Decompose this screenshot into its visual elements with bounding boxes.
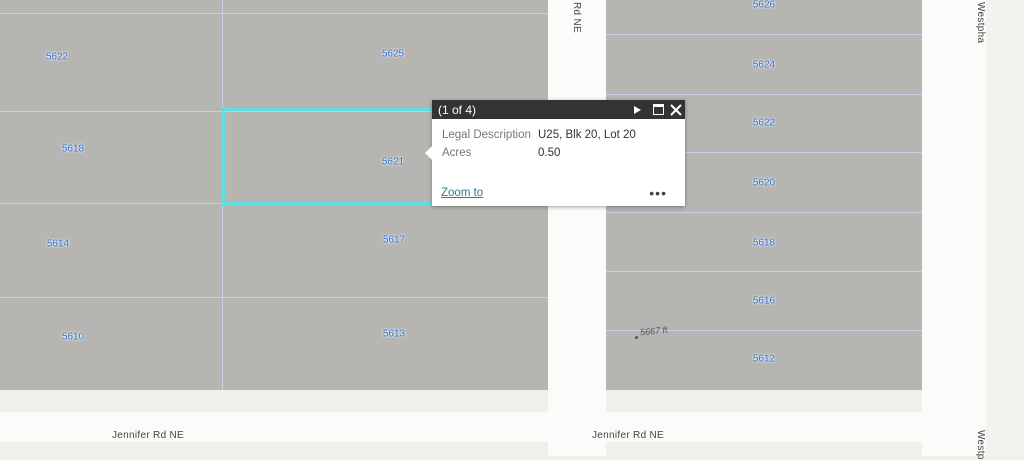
parcel-label[interactable]: 5610 (62, 332, 84, 343)
elevation-point (635, 336, 638, 339)
road-far-east (986, 0, 1024, 456)
parcel-label[interactable]: 5613 (383, 329, 405, 340)
road-vertical-center (548, 0, 606, 456)
street-label-westphal-top: Westpha (975, 2, 986, 44)
parcel-label[interactable]: 5612 (753, 354, 775, 365)
parcel-label[interactable]: 5614 (47, 239, 69, 250)
parcel-popup: (1 of 4) Legal Description U25, Blk 20, … (425, 100, 685, 206)
close-icon[interactable] (670, 103, 682, 116)
parcel-line (0, 13, 548, 14)
next-feature-icon[interactable] (634, 105, 641, 114)
popup-footer: Zoom to ••• (441, 185, 667, 201)
street-label-center-road: Rd NE (571, 2, 582, 33)
parcel-label[interactable]: 5625 (382, 49, 404, 60)
attribute-value: U25, Blk 20, Lot 20 (538, 129, 636, 141)
parcel-label[interactable]: 5618 (62, 144, 84, 155)
parcel-label[interactable]: 5622 (46, 52, 68, 63)
parcel-line (606, 212, 922, 213)
parcel-label[interactable]: 5620 (753, 178, 775, 189)
parcel-line (606, 94, 922, 95)
popup-counter: (1 of 4) (438, 102, 477, 117)
parcel-label[interactable]: 5616 (753, 296, 775, 307)
parcel-line (606, 34, 922, 35)
zoom-to-link[interactable]: Zoom to (441, 187, 483, 199)
parcel-label[interactable]: 5621 (382, 157, 404, 168)
attribute-row: Legal Description U25, Blk 20, Lot 20 (442, 129, 636, 147)
parcel-line (0, 297, 548, 298)
parcel-label[interactable]: 5617 (383, 235, 405, 246)
attribute-row: Acres 0.50 (442, 147, 636, 165)
maximize-icon[interactable] (653, 104, 664, 115)
popup-pointer (425, 146, 432, 160)
attribute-value: 0.50 (538, 147, 561, 159)
map-view[interactable]: 5622 5625 5618 5621 5614 5617 5610 5613 … (0, 0, 1024, 460)
street-label-westphal-bottom: Westp (975, 430, 986, 460)
parcel-label[interactable]: 5624 (753, 60, 775, 71)
popup-attributes-table: Legal Description U25, Blk 20, Lot 20 Ac… (442, 129, 636, 165)
attribute-label: Legal Description (442, 129, 531, 141)
street-label-jennifer-west: Jennifer Rd NE (112, 430, 185, 441)
street-label-jennifer-east: Jennifer Rd NE (592, 430, 665, 441)
parcel-label[interactable]: 5618 (753, 238, 775, 249)
popup-header: (1 of 4) (432, 100, 685, 119)
parcel-line (606, 271, 922, 272)
road-vertical-east (922, 0, 986, 456)
parcel-label[interactable]: 5626 (753, 0, 775, 11)
attribute-label: Acres (442, 147, 472, 159)
parcel-label[interactable]: 5622 (753, 118, 775, 129)
more-options-icon[interactable]: ••• (649, 185, 667, 201)
